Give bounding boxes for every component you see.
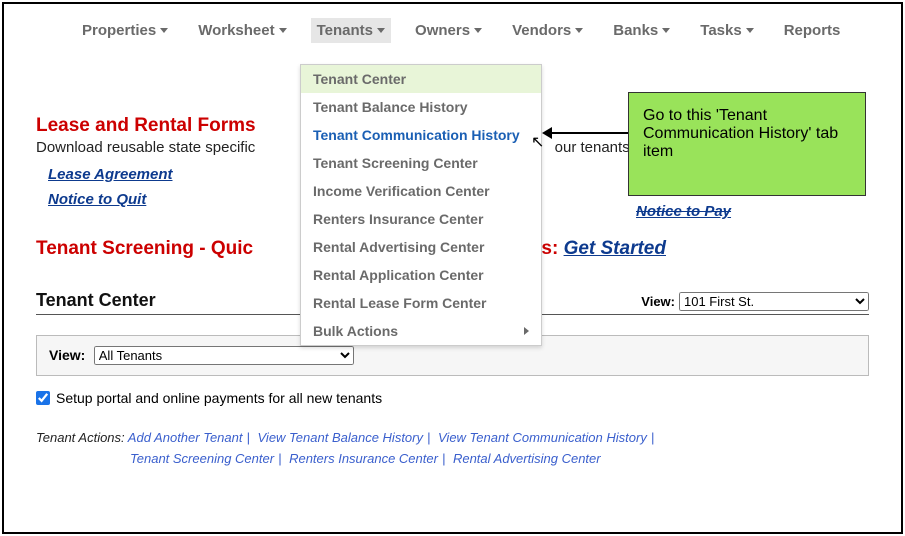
nav-properties[interactable]: Properties: [76, 18, 174, 43]
nav-label: Vendors: [512, 22, 571, 39]
dropdown-label: Renters Insurance Center: [313, 211, 483, 227]
actions-label: Tenant Actions:: [36, 430, 125, 445]
dropdown-label: Bulk Actions: [313, 323, 398, 339]
screening-prefix: Tenant Screening - Quic: [36, 238, 253, 259]
tenant-filter-select[interactable]: All Tenants: [94, 346, 354, 365]
nav-reports[interactable]: Reports: [778, 18, 847, 43]
cursor-icon: ↖: [531, 132, 544, 152]
instruction-callout: Go to this 'Tenant Communication History…: [628, 92, 866, 196]
view-balance-history-link[interactable]: View Tenant Balance History: [258, 430, 423, 445]
dropdown-rental-advertising-center[interactable]: Rental Advertising Center: [301, 233, 541, 261]
add-another-tenant-link[interactable]: Add Another Tenant: [128, 430, 243, 445]
dropdown-tenant-balance-history[interactable]: Tenant Balance History: [301, 93, 541, 121]
nav-label: Properties: [82, 22, 156, 39]
desc-left: Download reusable state specific: [36, 139, 255, 156]
dropdown-label: Tenant Communication History: [313, 127, 520, 143]
nav-banks[interactable]: Banks: [607, 18, 676, 43]
notice-to-pay-link[interactable]: Notice to Pay: [636, 203, 731, 220]
filter-label: View:: [49, 347, 85, 363]
dropdown-bulk-actions[interactable]: Bulk Actions: [301, 317, 541, 345]
setup-portal-checkbox[interactable]: [36, 391, 50, 405]
get-started-link[interactable]: Get Started: [564, 238, 666, 259]
dropdown-rental-application-center[interactable]: Rental Application Center: [301, 261, 541, 289]
nav-vendors[interactable]: Vendors: [506, 18, 589, 43]
property-select[interactable]: 101 First St.: [679, 292, 869, 311]
caret-down-icon: [662, 28, 670, 33]
nav-label: Worksheet: [198, 22, 274, 39]
rental-advertising-center-link[interactable]: Rental Advertising Center: [453, 451, 601, 466]
caret-down-icon: [377, 28, 385, 33]
dropdown-label: Income Verification Center: [313, 183, 490, 199]
nav-label: Reports: [784, 22, 841, 39]
caret-down-icon: [279, 28, 287, 33]
tenant-actions: Tenant Actions: Add Another Tenant| View…: [36, 428, 869, 470]
nav-label: Banks: [613, 22, 658, 39]
arrow-line-icon: [548, 132, 638, 134]
dropdown-tenant-communication-history[interactable]: Tenant Communication History: [301, 121, 541, 149]
nav-tenants[interactable]: Tenants: [311, 18, 391, 43]
dropdown-label: Rental Application Center: [313, 267, 484, 283]
view-label: View:: [641, 294, 675, 309]
renters-insurance-center-link[interactable]: Renters Insurance Center: [289, 451, 438, 466]
nav-tasks[interactable]: Tasks: [694, 18, 759, 43]
dropdown-tenant-screening-center[interactable]: Tenant Screening Center: [301, 149, 541, 177]
dropdown-label: Tenant Balance History: [313, 99, 468, 115]
dropdown-label: Tenant Center: [313, 71, 406, 87]
tenants-dropdown: Tenant Center Tenant Balance History Ten…: [300, 64, 542, 346]
dropdown-label: Rental Lease Form Center: [313, 295, 487, 311]
callout-text: Go to this 'Tenant Communication History…: [643, 107, 838, 160]
nav-label: Owners: [415, 22, 470, 39]
dropdown-income-verification-center[interactable]: Income Verification Center: [301, 177, 541, 205]
caret-down-icon: [160, 28, 168, 33]
nav-label: Tasks: [700, 22, 741, 39]
dropdown-label: Rental Advertising Center: [313, 239, 484, 255]
setup-portal-label: Setup portal and online payments for all…: [56, 390, 382, 406]
nav-worksheet[interactable]: Worksheet: [192, 18, 292, 43]
caret-right-icon: [524, 327, 529, 335]
view-comm-history-link[interactable]: View Tenant Communication History: [438, 430, 647, 445]
dropdown-tenant-center[interactable]: Tenant Center: [301, 65, 541, 93]
tenant-center-title: Tenant Center: [36, 290, 156, 311]
tenant-screening-center-link[interactable]: Tenant Screening Center: [130, 451, 274, 466]
main-navbar: Properties Worksheet Tenants Owners Vend…: [36, 4, 869, 53]
caret-down-icon: [746, 28, 754, 33]
dropdown-renters-insurance-center[interactable]: Renters Insurance Center: [301, 205, 541, 233]
caret-down-icon: [575, 28, 583, 33]
desc-right: our tenants.: [555, 139, 634, 156]
nav-label: Tenants: [317, 22, 373, 39]
caret-down-icon: [474, 28, 482, 33]
dropdown-rental-lease-form-center[interactable]: Rental Lease Form Center: [301, 289, 541, 317]
dropdown-label: Tenant Screening Center: [313, 155, 478, 171]
nav-owners[interactable]: Owners: [409, 18, 488, 43]
